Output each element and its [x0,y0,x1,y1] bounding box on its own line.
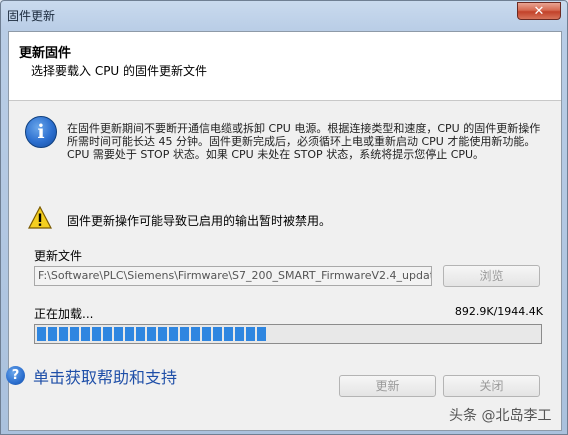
transfer-size: 892.9K/1944.4K [454,305,543,318]
progress-fill [37,327,268,341]
watermark: 头条 @北岛李工 [449,408,552,424]
browse-button[interactable]: 浏览 [443,265,540,287]
warning-icon [28,206,52,229]
update-file-path-field[interactable]: F:\Software\PLC\Siemens\Firmware\S7_200_… [34,266,432,286]
close-button[interactable]: 关闭 [443,375,540,397]
title-bar[interactable]: 固件更新 ✕ [1,1,567,29]
warning-message: 固件更新操作可能导致已启用的输出暂时被禁用。 [67,214,332,228]
window-title: 固件更新 [7,9,56,23]
update-file-label: 更新文件 [34,249,83,263]
firmware-update-window: 固件更新 ✕ 更新固件 选择要载入 CPU 的固件更新文件 i 在固件更新期间不… [0,0,568,435]
window-close-button[interactable]: ✕ [517,2,561,20]
loading-status: 正在加载... [34,307,94,321]
update-button[interactable]: 更新 [339,375,436,397]
header-panel: 更新固件 选择要载入 CPU 的固件更新文件 [9,32,561,101]
progress-bar [34,324,542,344]
info-icon: i [25,116,57,148]
info-message: 在固件更新期间不要断开通信电缆或拆卸 CPU 电源。根据连接类型和速度，CPU … [67,122,541,161]
header-subtitle: 选择要载入 CPU 的固件更新文件 [31,64,208,78]
help-support-link[interactable]: 单击获取帮助和支持 [33,364,177,388]
help-icon[interactable]: ? [6,366,25,385]
header-title: 更新固件 [19,46,72,61]
